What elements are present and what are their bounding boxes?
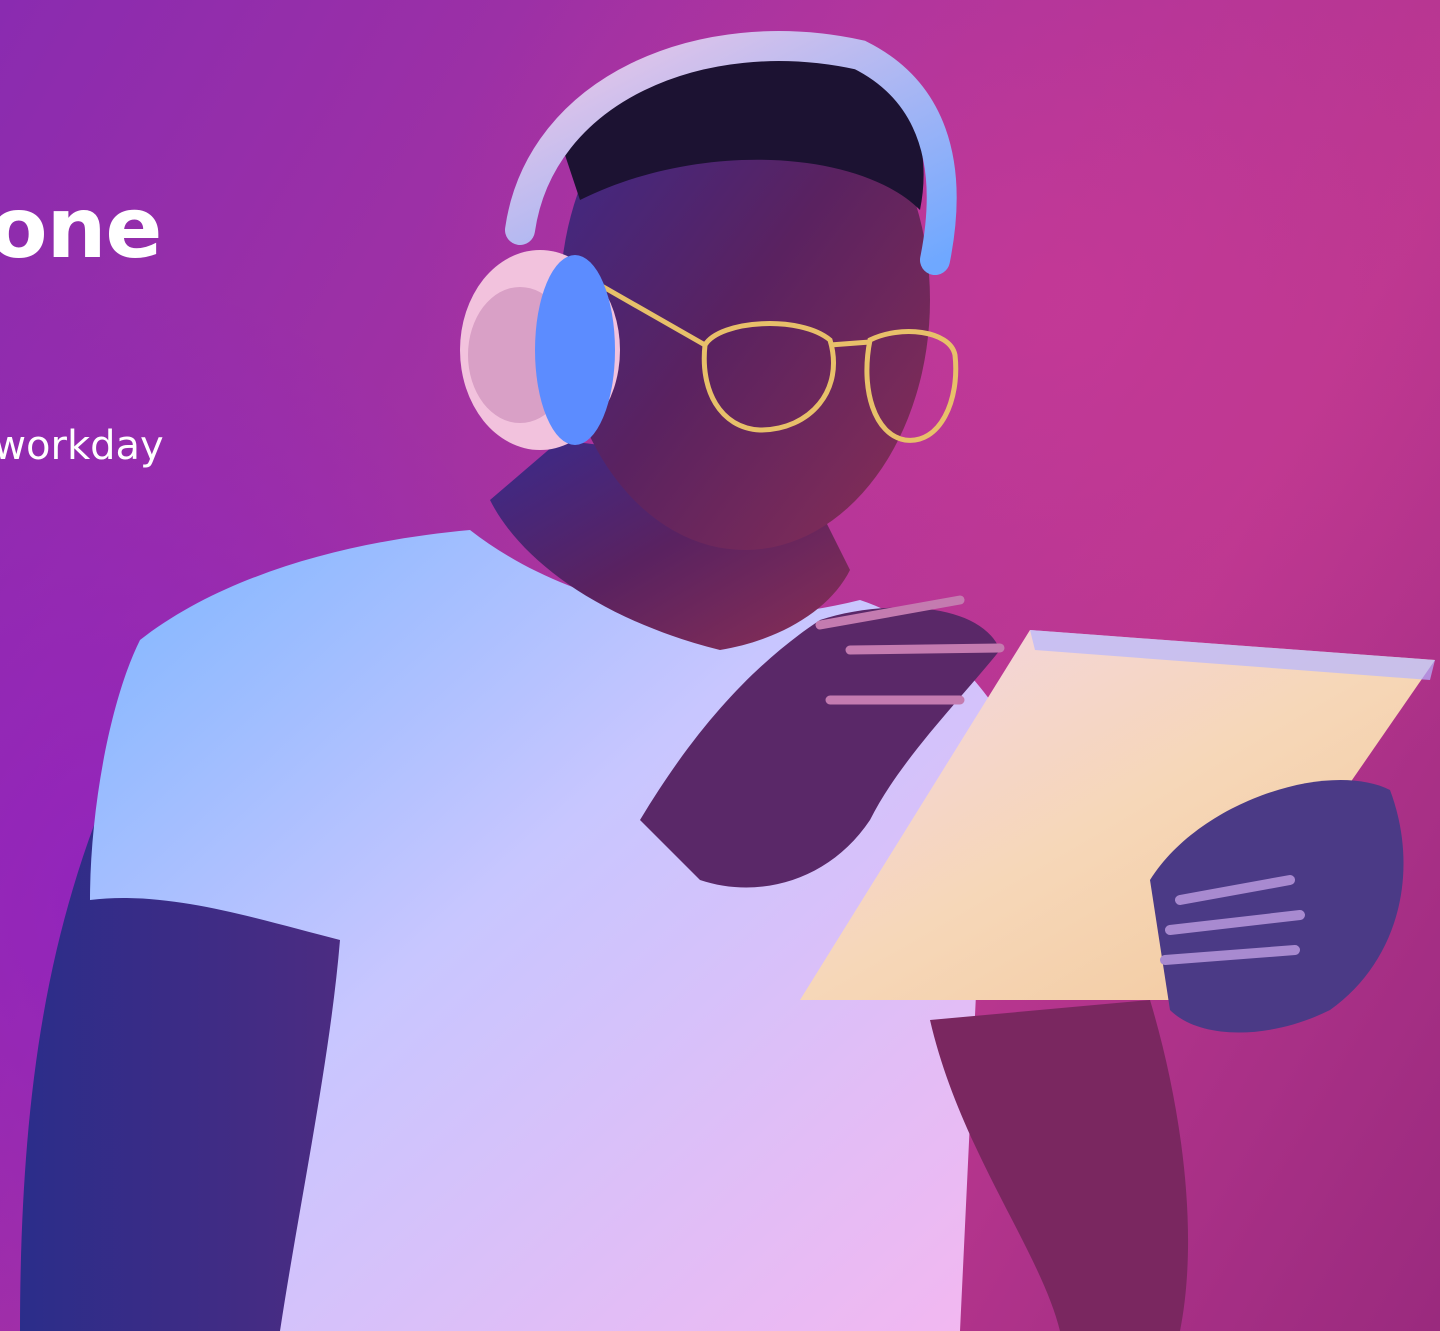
hero-banner: Zone e workday (0, 0, 1440, 1331)
hero-photo (20, 31, 1435, 1331)
hero-title: Zone (0, 179, 162, 277)
hero-subtitle: e workday (0, 423, 164, 469)
